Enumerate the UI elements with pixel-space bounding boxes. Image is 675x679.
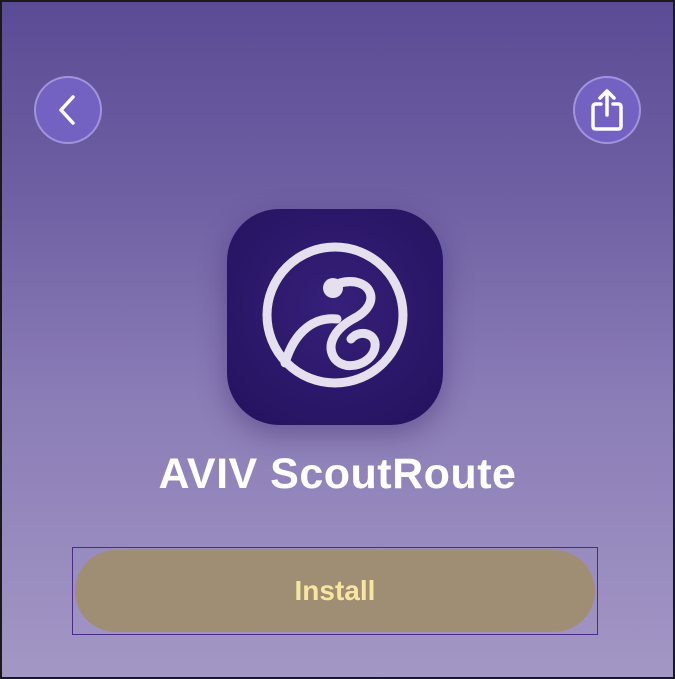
install-button[interactable]: Install bbox=[75, 550, 595, 632]
scoutroute-logo-icon bbox=[255, 235, 415, 400]
app-icon bbox=[227, 209, 443, 425]
app-name: AVIV ScoutRoute bbox=[158, 450, 517, 498]
back-button[interactable] bbox=[34, 76, 102, 144]
install-button-frame: Install bbox=[72, 547, 598, 635]
install-label: Install bbox=[294, 575, 376, 606]
chevron-left-icon bbox=[53, 93, 83, 127]
share-icon bbox=[589, 88, 625, 132]
share-button[interactable] bbox=[573, 76, 641, 144]
app-detail-screen: AVIV ScoutRoute Install bbox=[0, 0, 675, 679]
